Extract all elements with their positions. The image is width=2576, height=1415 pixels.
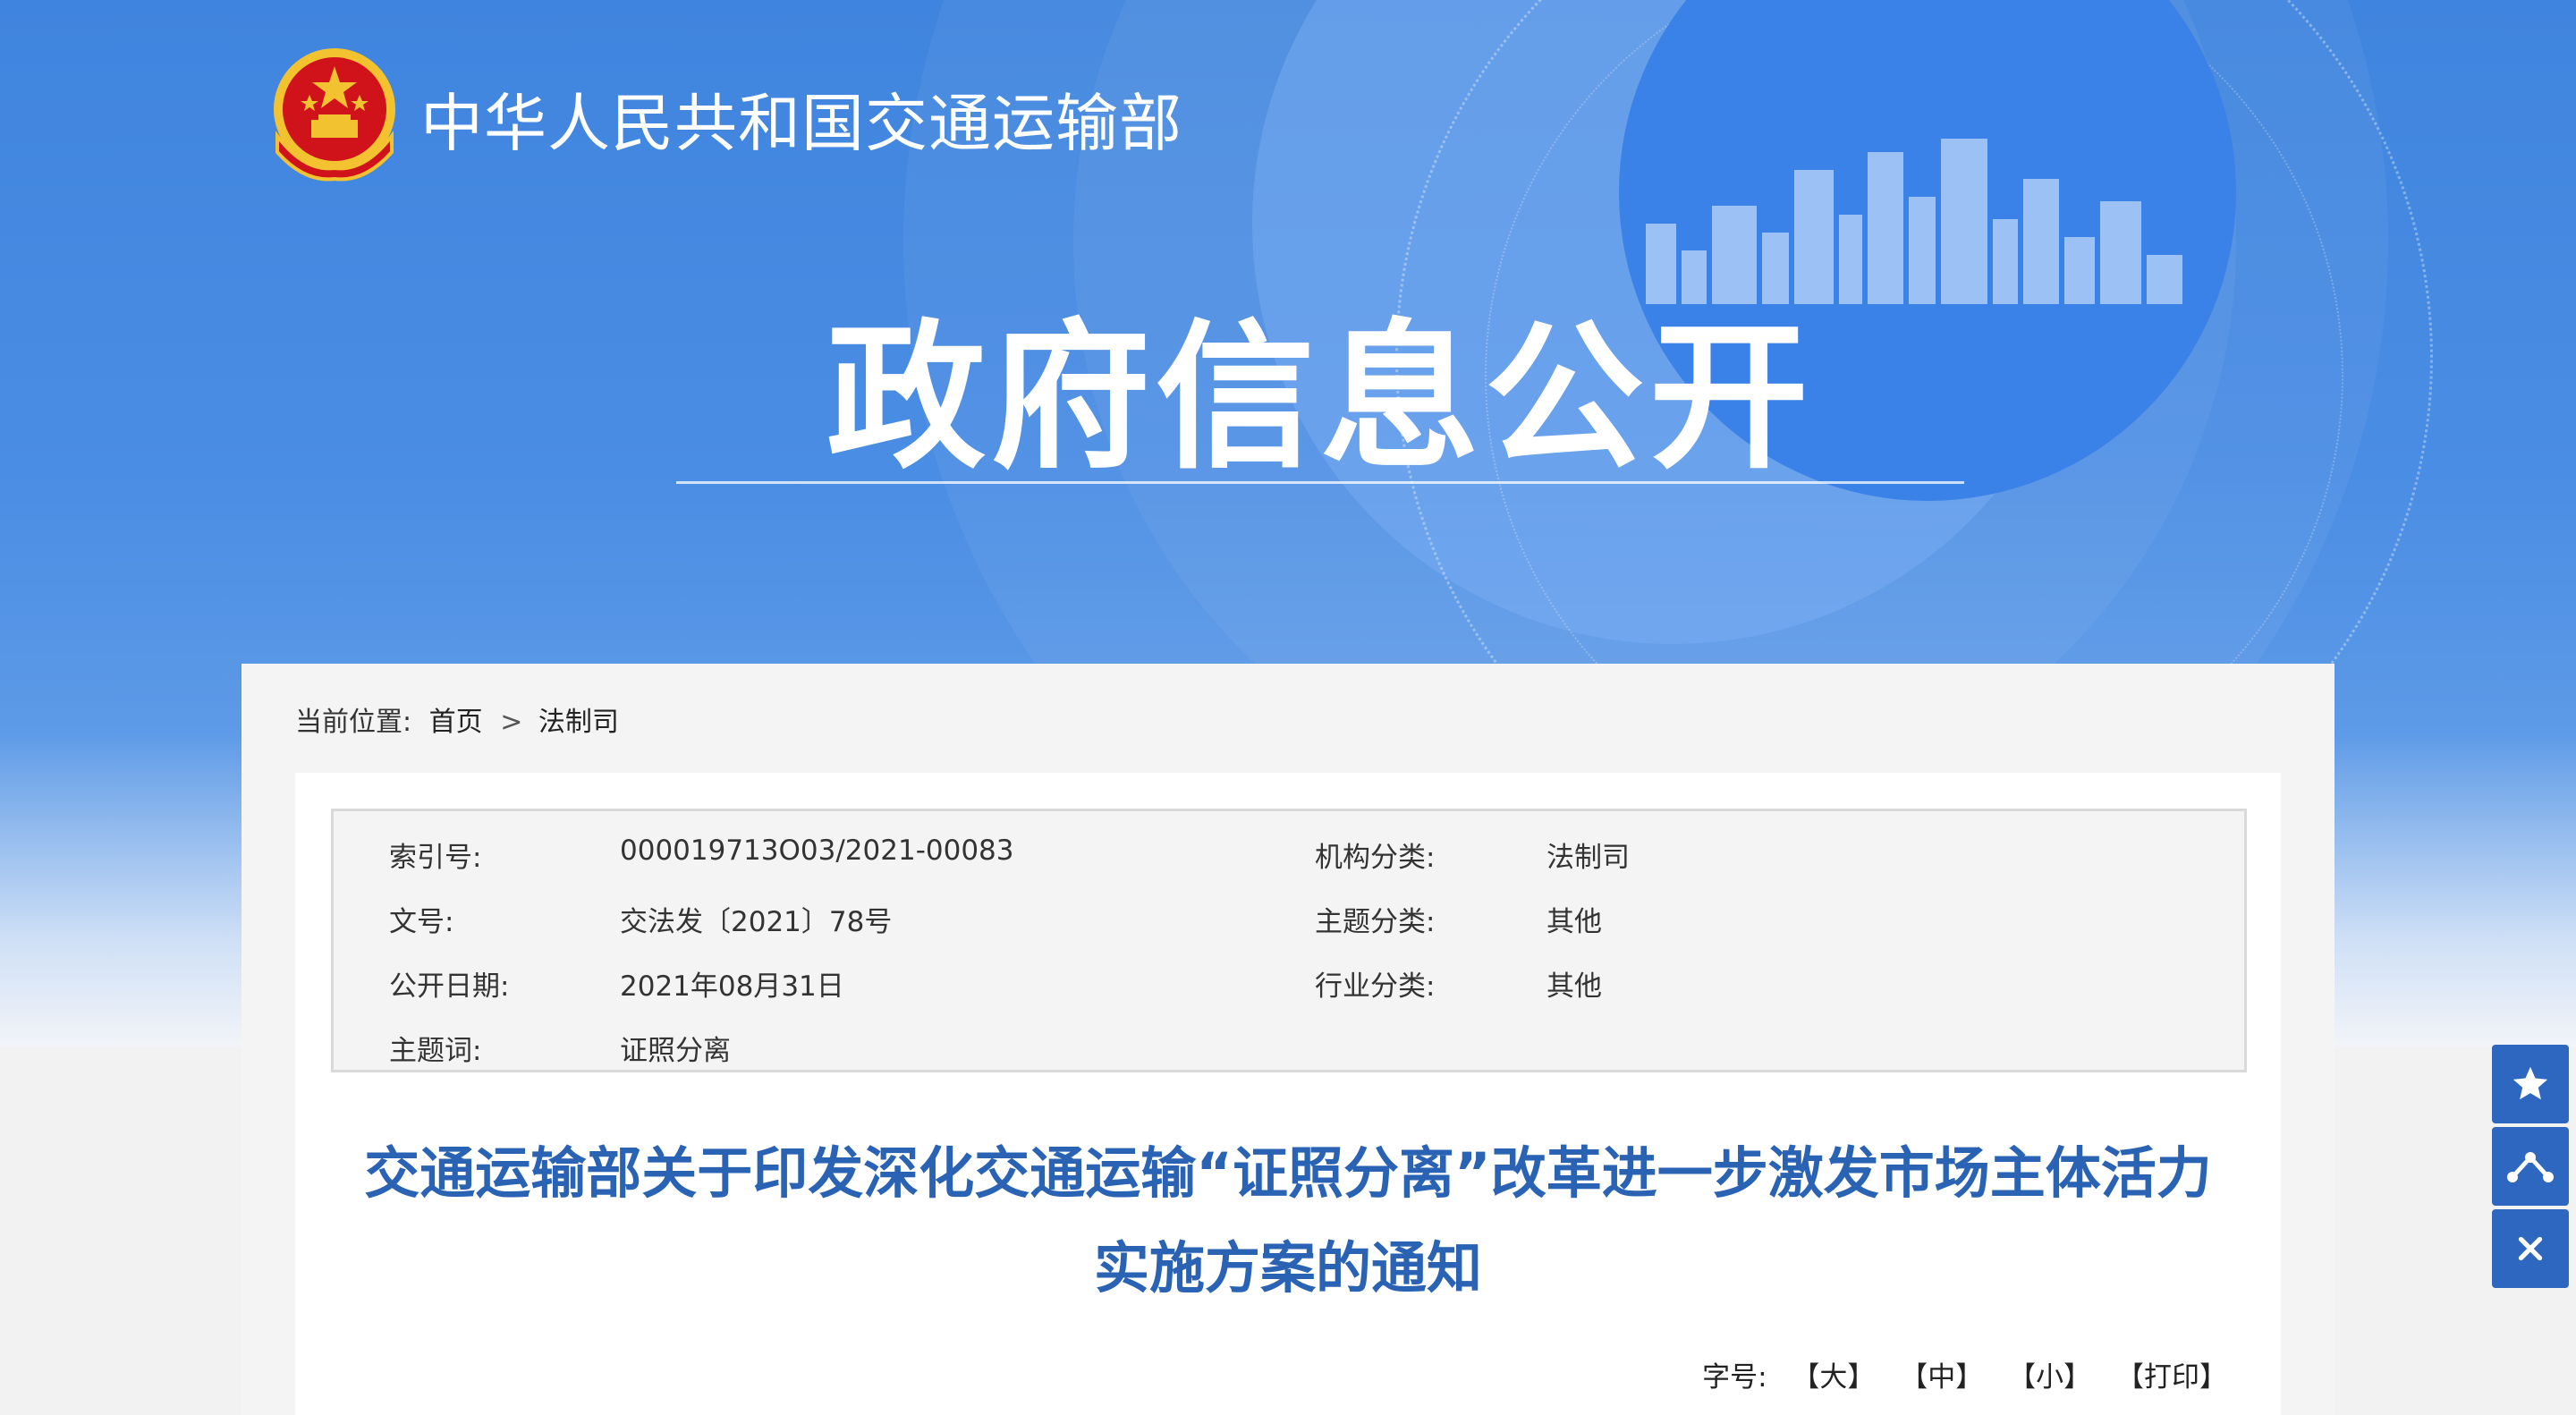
- close-icon: [2518, 1236, 2543, 1261]
- favorite-button[interactable]: [2492, 1045, 2569, 1123]
- breadcrumb-item-home[interactable]: 首页: [429, 707, 483, 738]
- meta-label-keywords: 主题词:: [389, 1035, 482, 1067]
- breadcrumb: 当前位置: 首页 > 法制司: [295, 699, 628, 739]
- share-icon: [2507, 1152, 2554, 1182]
- breadcrumb-separator: >: [500, 707, 523, 738]
- meta-row: 主题词: 证照分离: [334, 1015, 2244, 1080]
- title-divider: [676, 481, 1964, 484]
- font-size-label: 字号:: [1702, 1361, 1767, 1394]
- site-title[interactable]: 中华人民共和国交通运输部: [420, 73, 1182, 160]
- meta-label-topic: 主题分类:: [1315, 906, 1436, 938]
- breadcrumb-item-legal-dept[interactable]: 法制司: [538, 707, 619, 738]
- font-size-controls: 字号: 【大】 【中】 【小】 【打印】: [1702, 1354, 2227, 1394]
- meta-label-index: 索引号:: [389, 842, 482, 874]
- font-small-button[interactable]: 【小】: [2008, 1361, 2091, 1394]
- floating-toolbar: [2492, 1045, 2569, 1292]
- meta-row: 索引号: 000019713O03/2021-00083 机构分类: 法制司: [334, 822, 2244, 886]
- document-title-line: 实施方案的通知: [1093, 1235, 1482, 1301]
- star-icon: [2512, 1066, 2548, 1100]
- city-skyline-icon: [1646, 134, 2182, 304]
- section-title: 政府信息公开: [826, 305, 1814, 490]
- document-card: 索引号: 000019713O03/2021-00083 机构分类: 法制司 文…: [295, 773, 2281, 1415]
- document-metadata: 索引号: 000019713O03/2021-00083 机构分类: 法制司 文…: [331, 809, 2247, 1072]
- meta-value-docno: 交法发〔2021〕78号: [620, 906, 893, 938]
- meta-label-date: 公开日期:: [389, 970, 510, 1003]
- font-medium-button[interactable]: 【中】: [1900, 1361, 1983, 1394]
- meta-value-date: 2021年08月31日: [620, 970, 844, 1003]
- meta-row: 公开日期: 2021年08月31日 行业分类: 其他: [334, 951, 2244, 1015]
- meta-value-keywords: 证照分离: [620, 1035, 731, 1067]
- print-button[interactable]: 【打印】: [2116, 1361, 2227, 1394]
- meta-value-topic: 其他: [1546, 906, 1602, 938]
- font-large-button[interactable]: 【大】: [1792, 1361, 1875, 1394]
- meta-value-index: 000019713O03/2021-00083: [620, 835, 1014, 867]
- content-panel: 当前位置: 首页 > 法制司 索引号: 000019713O03/2021-00…: [242, 664, 2334, 1415]
- document-title-line: 交通运输部关于印发深化交通运输“证照分离”改革进一步激发市场主体活力: [364, 1140, 2212, 1206]
- share-button[interactable]: [2492, 1127, 2569, 1206]
- meta-label-docno: 文号:: [389, 906, 454, 938]
- breadcrumb-label: 当前位置:: [295, 707, 412, 738]
- meta-label-org: 机构分类:: [1315, 842, 1436, 874]
- national-emblem-icon[interactable]: [268, 47, 401, 182]
- close-toolbar-button[interactable]: [2492, 1209, 2569, 1288]
- meta-label-industry: 行业分类:: [1315, 970, 1436, 1003]
- meta-value-org: 法制司: [1546, 842, 1630, 874]
- document-title: 交通运输部关于印发深化交通运输“证照分离”改革进一步激发市场主体活力 实施方案的…: [295, 1126, 2281, 1316]
- meta-row: 文号: 交法发〔2021〕78号 主题分类: 其他: [334, 886, 2244, 951]
- meta-value-industry: 其他: [1546, 970, 1602, 1003]
